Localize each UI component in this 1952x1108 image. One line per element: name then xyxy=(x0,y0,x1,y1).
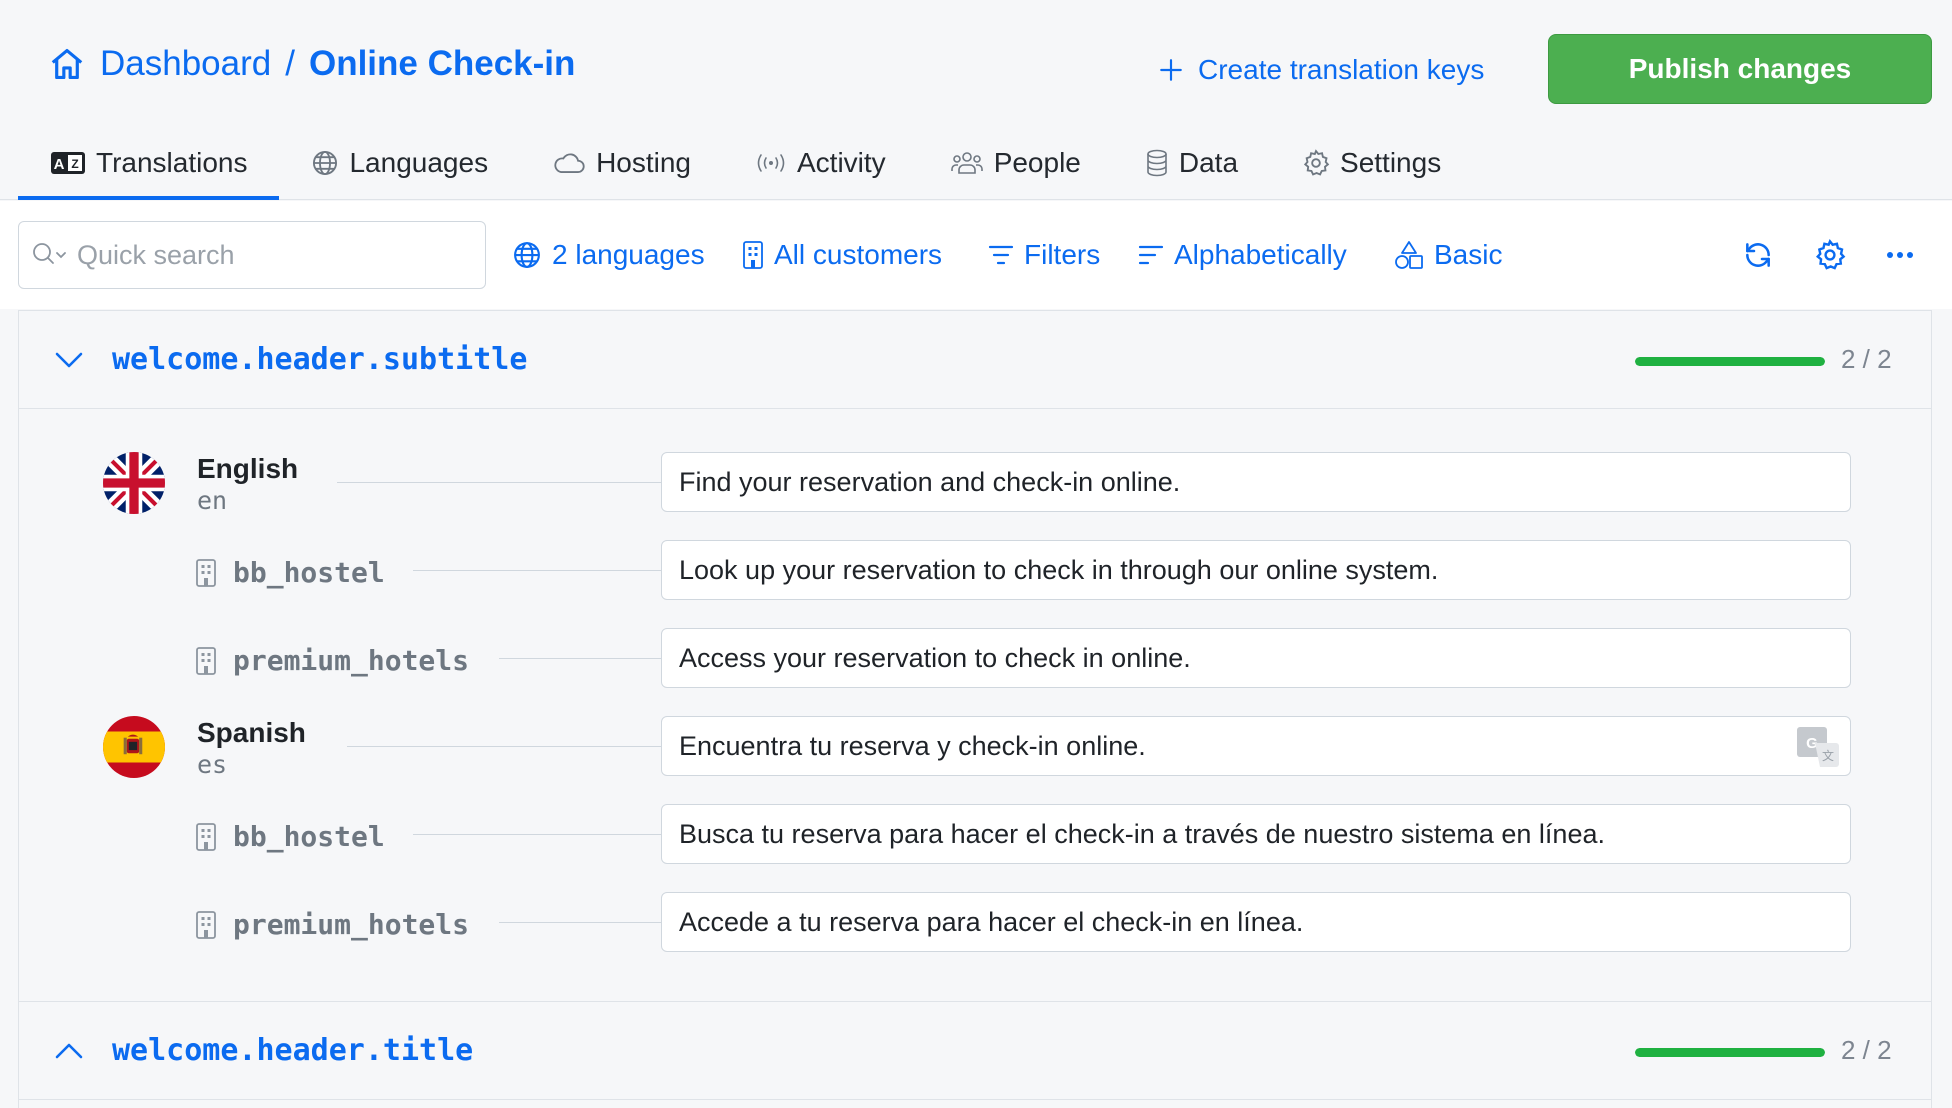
customer-name: bb_hostel xyxy=(233,556,385,589)
svg-text:A: A xyxy=(54,156,65,173)
quick-search-input[interactable] xyxy=(77,239,457,271)
row-connector-line xyxy=(413,570,661,571)
spain-flag-icon xyxy=(103,716,165,778)
search-icon[interactable] xyxy=(31,240,69,270)
filters-label: Filters xyxy=(1024,239,1101,270)
cloud-icon xyxy=(552,150,586,176)
row-connector-line xyxy=(499,922,661,923)
quick-search[interactable] xyxy=(18,221,486,289)
tab-languages[interactable]: Languages xyxy=(279,128,520,198)
home-icon[interactable] xyxy=(48,45,86,83)
view-mode-label: Basic xyxy=(1434,239,1503,270)
row-connector-line xyxy=(499,658,661,659)
chevron-down-icon[interactable] xyxy=(49,340,89,380)
translation-progress-fill xyxy=(1635,1048,1825,1057)
main-tabs: AZ Translations Languages Hosting Activi… xyxy=(18,128,1473,200)
google-translate-icon[interactable]: G文 xyxy=(1796,725,1840,769)
filter-toolbar: 2 languages All customers Filters Alphab… xyxy=(0,201,1952,309)
translation-key-header[interactable]: welcome.header.subtitle 2 / 2 xyxy=(19,311,1931,409)
svg-text:文: 文 xyxy=(1822,748,1834,763)
chevron-up-icon[interactable] xyxy=(49,1031,89,1071)
filter-icon xyxy=(988,243,1014,267)
language-name: Spanish xyxy=(197,717,306,748)
customer-translation-input[interactable]: Look up your reservation to check in thr… xyxy=(661,540,1851,600)
languages-filter-label: 2 languages xyxy=(552,239,705,270)
settings-gear-icon[interactable] xyxy=(1812,237,1848,273)
translation-input[interactable]: Find your reservation and check-in onlin… xyxy=(661,452,1851,512)
translation-progress-text: 2 / 2 xyxy=(1841,344,1892,374)
tab-hosting[interactable]: Hosting xyxy=(520,128,723,198)
translation-progress-bar xyxy=(1635,357,1825,366)
database-icon xyxy=(1145,149,1169,177)
globe-icon xyxy=(311,149,339,177)
customers-filter-button[interactable]: All customers xyxy=(742,233,942,277)
language-name: English xyxy=(197,453,299,484)
customer-name: premium_hotels xyxy=(233,644,470,677)
language-code: es xyxy=(197,750,228,779)
tab-activity[interactable]: Activity xyxy=(723,128,918,198)
create-translation-keys-button[interactable]: Create translation keys xyxy=(1158,48,1484,92)
people-icon xyxy=(950,149,984,177)
globe-icon xyxy=(512,240,542,270)
customer-translation-input[interactable]: Access your reservation to check in onli… xyxy=(661,628,1851,688)
translation-progress-bar xyxy=(1635,1048,1825,1057)
sort-button[interactable]: Alphabetically xyxy=(1138,233,1347,277)
create-translation-keys-label: Create translation keys xyxy=(1198,54,1485,85)
customer-translation-input[interactable]: Busca tu reserva para hacer el check-in … xyxy=(661,804,1851,864)
customer-name: premium_hotels xyxy=(233,908,470,941)
translation-key-panel: welcome.header.title 2 / 2 xyxy=(18,1001,1932,1108)
view-mode-button[interactable]: Basic xyxy=(1394,233,1502,277)
building-icon xyxy=(195,822,221,852)
plus-icon xyxy=(1158,57,1184,83)
filters-button[interactable]: Filters xyxy=(988,233,1100,277)
refresh-icon[interactable] xyxy=(1740,237,1776,273)
tab-languages-label: Languages xyxy=(349,147,489,178)
svg-text:Z: Z xyxy=(71,157,78,171)
breadcrumb-dashboard-link[interactable]: Dashboard xyxy=(100,44,271,84)
tab-data-label: Data xyxy=(1178,147,1239,178)
sort-label: Alphabetically xyxy=(1174,239,1347,270)
language-code: en xyxy=(197,486,228,515)
publish-changes-button[interactable]: Publish changes xyxy=(1548,34,1932,104)
translation-key-name[interactable]: welcome.header.subtitle xyxy=(112,342,527,377)
translation-progress-fill xyxy=(1635,357,1825,366)
translate-icon: AZ xyxy=(50,150,86,176)
top-bar: Dashboard / Online Check-in Create trans… xyxy=(0,0,1952,200)
breadcrumb-current-project[interactable]: Online Check-in xyxy=(309,44,575,84)
building-icon xyxy=(742,240,764,270)
translation-key-name[interactable]: welcome.header.title xyxy=(112,1033,473,1068)
building-icon xyxy=(195,558,221,588)
row-connector-line xyxy=(347,746,661,747)
tab-hosting-label: Hosting xyxy=(596,147,691,178)
translation-progress-text: 2 / 2 xyxy=(1841,1035,1892,1065)
tab-settings[interactable]: Settings xyxy=(1270,128,1473,198)
tab-data[interactable]: Data xyxy=(1113,128,1270,198)
tab-people-label: People xyxy=(993,147,1081,178)
row-connector-line xyxy=(337,482,661,483)
gear-icon xyxy=(1302,149,1330,177)
uk-flag-icon xyxy=(103,452,165,514)
tab-translations[interactable]: AZ Translations xyxy=(18,128,280,200)
broadcast-icon xyxy=(755,152,787,174)
tab-translations-label: Translations xyxy=(96,147,248,178)
sort-icon xyxy=(1138,243,1164,267)
translation-key-panel: welcome.header.subtitle 2 / 2 English en… xyxy=(18,310,1932,1002)
customer-name: bb_hostel xyxy=(233,820,385,853)
languages-filter-button[interactable]: 2 languages xyxy=(512,233,705,277)
translation-key-header[interactable]: welcome.header.title 2 / 2 xyxy=(19,1002,1931,1100)
translation-input-text: Encuentra tu reserva y check-in online. xyxy=(679,730,1146,761)
more-options-icon[interactable] xyxy=(1882,237,1918,273)
breadcrumb-separator: / xyxy=(285,44,295,83)
tab-people[interactable]: People xyxy=(918,128,1113,198)
shapes-icon xyxy=(1394,240,1424,270)
customers-filter-label: All customers xyxy=(774,239,943,270)
tab-activity-label: Activity xyxy=(797,147,886,178)
building-icon xyxy=(195,646,221,676)
tab-settings-label: Settings xyxy=(1340,147,1442,178)
row-connector-line xyxy=(413,834,661,835)
breadcrumb: Dashboard / Online Check-in xyxy=(48,38,575,90)
customer-translation-input[interactable]: Accede a tu reserva para hacer el check-… xyxy=(661,892,1851,952)
translation-input[interactable]: Encuentra tu reserva y check-in online. … xyxy=(661,716,1851,776)
building-icon xyxy=(195,910,221,940)
